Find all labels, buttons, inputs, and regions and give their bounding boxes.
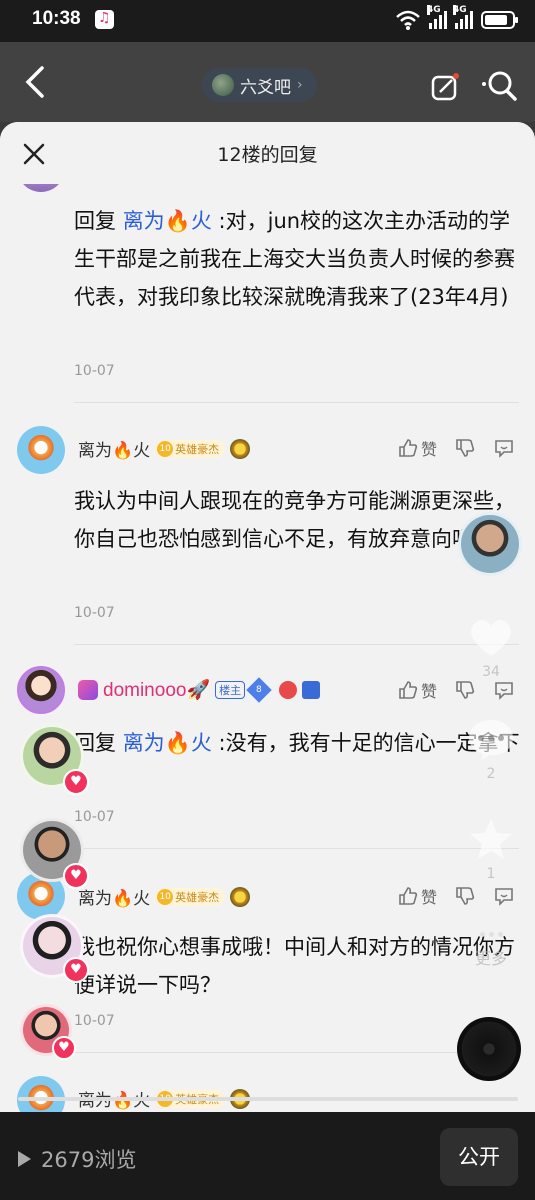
username[interactable]: 离为🔥火 [78,884,150,909]
reply-date: 10-07 [74,605,115,621]
like-count: 34 [482,664,500,680]
vip-icon [78,680,98,700]
search-icon[interactable] [480,68,520,104]
views-label: 2679浏览 [41,1148,137,1172]
star-icon [470,819,512,859]
rank-badge: 10英雄豪杰 [155,887,226,906]
music-disc-icon[interactable] [457,1017,521,1081]
comment-bubble-icon [469,720,513,760]
battery-icon [481,11,518,29]
more-dots-icon [466,932,516,937]
avatar[interactable] [17,426,65,474]
username[interactable]: dominooo🚀 [103,678,210,702]
heart-icon: ♥ [63,957,89,983]
signal-icon-2: 4G [453,5,473,29]
thumbs-up-icon [399,681,418,699]
wifi-icon [396,10,420,30]
app-bar: 六爻吧 › [0,42,535,122]
reply-date: 10-07 [74,363,115,379]
level-badge: 8 [246,677,272,703]
reply-actions: 赞 [398,884,515,908]
thumbs-down-icon[interactable] [455,438,475,458]
user-meta: 离为🔥火 10英雄豪杰 [78,436,251,461]
bottom-bar: 2679浏览 公开 [0,1112,535,1200]
op-tag: 楼主 [215,681,246,699]
comment-icon[interactable] [493,885,515,907]
avatar[interactable] [17,666,65,714]
reply-to-user[interactable]: 离为🔥火 [123,731,212,755]
comment-count: 2 [486,766,496,782]
thumbs-up-icon [399,887,418,905]
sheet-title: 12楼的回复 [217,144,318,166]
comment-icon[interactable] [493,679,515,701]
signal-icon: 4G [427,5,447,29]
favorite-side-button[interactable]: 1 [466,816,516,882]
reply-date: 10-07 [74,1013,115,1029]
clock: 10:38 [32,8,81,29]
thumbs-up-icon [399,439,418,457]
progress-bar[interactable] [18,1097,518,1101]
thumbs-down-icon[interactable] [455,680,475,700]
rank-badge: 10英雄豪杰 [155,439,226,458]
like-button[interactable]: 赞 [398,678,437,702]
like-button[interactable]: 赞 [398,884,437,908]
medal-icon [230,886,251,907]
status-bar: 10:38 4G 4G [0,0,535,42]
heart-icon [471,619,511,656]
like-side-button[interactable]: 34 [466,614,516,680]
edit-icon[interactable] [430,72,460,102]
floating-user-avatar[interactable] [458,512,522,576]
more-side-button[interactable]: 更多 [466,932,516,969]
username[interactable]: 离为🔥火 [78,436,150,461]
back-arrow-icon[interactable] [22,64,50,100]
libra-icon [302,681,321,699]
medal-icon [230,438,251,459]
music-app-icon [95,10,114,29]
more-label: 更多 [474,949,507,968]
divider [74,402,519,403]
thumbs-down-icon[interactable] [455,886,475,906]
forum-avatar [212,74,234,96]
favorite-count: 1 [486,866,496,882]
reply-body: 我也祝你心想事成哦！中间人和对方的情况你方便详说一下吗？ [74,935,515,997]
reply-body: 回复 离为🔥火 :对，jun校的这次主办活动的学生干部是之前我在上海交大当负责人… [74,202,524,316]
reply-prefix: 回复 [74,209,116,233]
user-meta: dominooo🚀 楼主 8 [78,677,321,703]
divider [74,1052,519,1053]
chevron-right-icon: › [297,77,303,93]
divider [74,644,519,645]
reply-actions: 赞 [398,678,515,702]
like-button[interactable]: 赞 [398,436,437,460]
reply-to-user[interactable]: 离为🔥火 [123,209,212,233]
comment-icon[interactable] [493,437,515,459]
heart-icon: ♥ [52,1036,76,1060]
avatar[interactable] [17,1076,65,1112]
comment-side-button[interactable]: 2 [466,716,516,782]
play-icon [18,1151,31,1167]
reply-date: 10-07 [74,809,115,825]
heart-icon: ♥ [63,863,89,889]
reply-body: 我认为中间人跟现在的竞争方可能渊源更深些，你自己也恐怕感到信心不足，有放弃意向吧 [74,489,515,551]
reply-body: 回复 离为🔥火 :没有，我有十足的信心一定拿下 [74,724,524,762]
user-meta: 离为🔥火 10英雄豪杰 [78,884,251,909]
forum-pill[interactable]: 六爻吧 › [202,68,317,102]
heart-icon: ♥ [63,769,89,795]
reply-actions: 赞 [398,436,515,460]
view-count: 2679浏览 [18,1144,136,1174]
sheet-header: 12楼的回复 [0,122,535,184]
divider [74,848,519,849]
forum-name: 六爻吧 [240,77,291,98]
honor-icon [279,681,298,699]
public-button[interactable]: 公开 [440,1128,518,1186]
